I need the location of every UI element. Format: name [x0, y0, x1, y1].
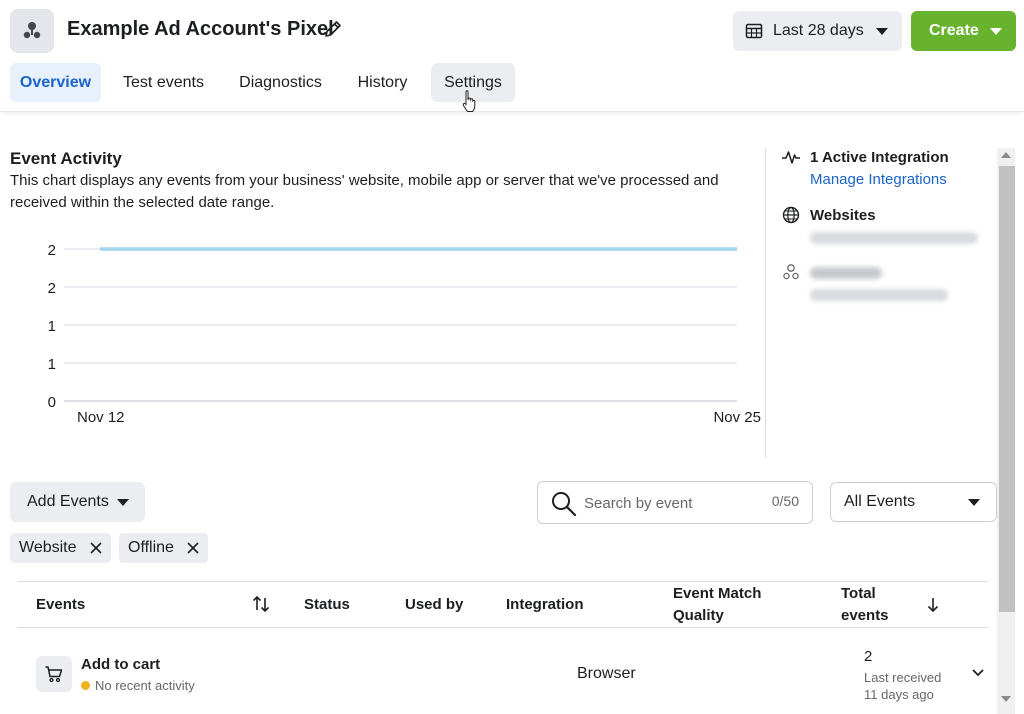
filter-chip-offline: Offline: [119, 533, 208, 563]
search-icon: [552, 492, 577, 517]
calendar-icon: [745, 23, 763, 39]
tab-test-events[interactable]: Test events: [110, 63, 217, 102]
event-status: No recent activity: [81, 678, 195, 693]
x-tick-label: Nov 25: [713, 409, 761, 426]
dataset-icon: [783, 264, 799, 280]
column-header-used-by: Used by: [405, 596, 464, 613]
dataset-id-value-redacted: [810, 289, 948, 301]
tab-diagnostics[interactable]: Diagnostics: [226, 63, 335, 102]
chevron-down-icon[interactable]: [971, 668, 985, 678]
tab-overview[interactable]: Overview: [10, 63, 101, 102]
column-header-emq-line1: Event Match: [673, 585, 762, 602]
event-activity-chart: 0 1 1 2 2 Nov 12 Nov 25: [48, 242, 761, 426]
event-activity-title: Event Activity: [10, 149, 122, 168]
event-name[interactable]: Add to cart: [81, 656, 160, 673]
last-received-value: 11 days ago: [864, 687, 934, 702]
add-events-button[interactable]: Add Events: [10, 482, 145, 522]
column-header-total-line1: Total: [841, 585, 876, 602]
tab-history[interactable]: History: [344, 63, 421, 102]
close-icon[interactable]: [186, 541, 200, 555]
hand-cursor-icon: [462, 90, 476, 112]
column-header-events: Events: [36, 596, 86, 613]
activity-pulse-icon: [782, 151, 800, 164]
chevron-down-icon: [876, 28, 888, 35]
column-header-integration: Integration: [506, 596, 584, 613]
chevron-down-icon: [117, 499, 129, 506]
chevron-down-icon: [968, 499, 980, 506]
close-icon[interactable]: [89, 541, 103, 555]
event-activity-description: This chart displays any events from your…: [10, 172, 719, 211]
scroll-up-arrow-icon[interactable]: [1001, 152, 1011, 158]
search-input[interactable]: [584, 492, 744, 514]
event-total: 2: [864, 648, 873, 665]
add-events-label: Add Events: [27, 493, 109, 510]
event-integration: Browser: [577, 665, 636, 682]
search-character-count: 0/50: [771, 493, 799, 509]
date-range-button[interactable]: Last 28 days: [733, 11, 902, 51]
page-title: Example Ad Account's Pixel: [67, 18, 334, 40]
column-header-emq: Event Match Quality: [673, 583, 761, 627]
websites-title: Websites: [810, 207, 876, 224]
globe-icon: [782, 206, 800, 224]
y-tick-label: 1: [48, 318, 56, 335]
filter-chip-label: Website: [19, 539, 77, 556]
column-header-status: Status: [304, 596, 350, 613]
dataset-id-label-redacted: [810, 267, 882, 279]
vertical-divider: [765, 148, 766, 458]
event-last-received: Last received 11 days ago: [864, 669, 964, 703]
y-tick-label: 0: [48, 394, 56, 411]
status-dot-icon: [81, 681, 90, 690]
y-tick-label: 2: [48, 242, 56, 259]
date-range-label: Last 28 days: [773, 22, 864, 39]
all-events-dropdown[interactable]: All Events: [830, 482, 997, 522]
filter-chip-label: Offline: [128, 539, 174, 556]
y-tick-label: 2: [48, 280, 56, 297]
table-divider: [18, 581, 988, 582]
website-url-redacted: [810, 232, 978, 244]
pixel-logo-icon: [10, 9, 54, 53]
sort-icon[interactable]: [251, 594, 271, 614]
page-header: Example Ad Account's Pixel Last 28 days …: [0, 0, 1024, 112]
scrollbar-thumb[interactable]: [999, 166, 1015, 612]
x-tick-label: Nov 12: [77, 409, 125, 426]
column-header-total-line2: events: [841, 607, 889, 624]
column-header-emq-line2: Quality: [673, 607, 724, 624]
column-header-total-events: Total events: [841, 583, 889, 627]
event-status-text: No recent activity: [95, 678, 195, 693]
cart-icon: [36, 656, 72, 692]
manage-integrations-link[interactable]: Manage Integrations: [810, 171, 947, 188]
last-received-label: Last received: [864, 670, 942, 685]
all-events-label: All Events: [844, 493, 916, 510]
filter-chip-website: Website: [10, 533, 111, 563]
chevron-down-icon: [990, 28, 1002, 35]
create-label: Create: [929, 22, 979, 39]
table-divider: [18, 627, 988, 628]
arrow-down-icon[interactable]: [923, 595, 943, 615]
search-box[interactable]: 0/50: [537, 481, 813, 524]
scroll-down-arrow-icon[interactable]: [1001, 696, 1011, 702]
active-integration-title: 1 Active Integration: [810, 149, 949, 166]
y-tick-label: 1: [48, 356, 56, 373]
create-button[interactable]: Create: [911, 11, 1016, 51]
pencil-icon[interactable]: [323, 19, 343, 39]
